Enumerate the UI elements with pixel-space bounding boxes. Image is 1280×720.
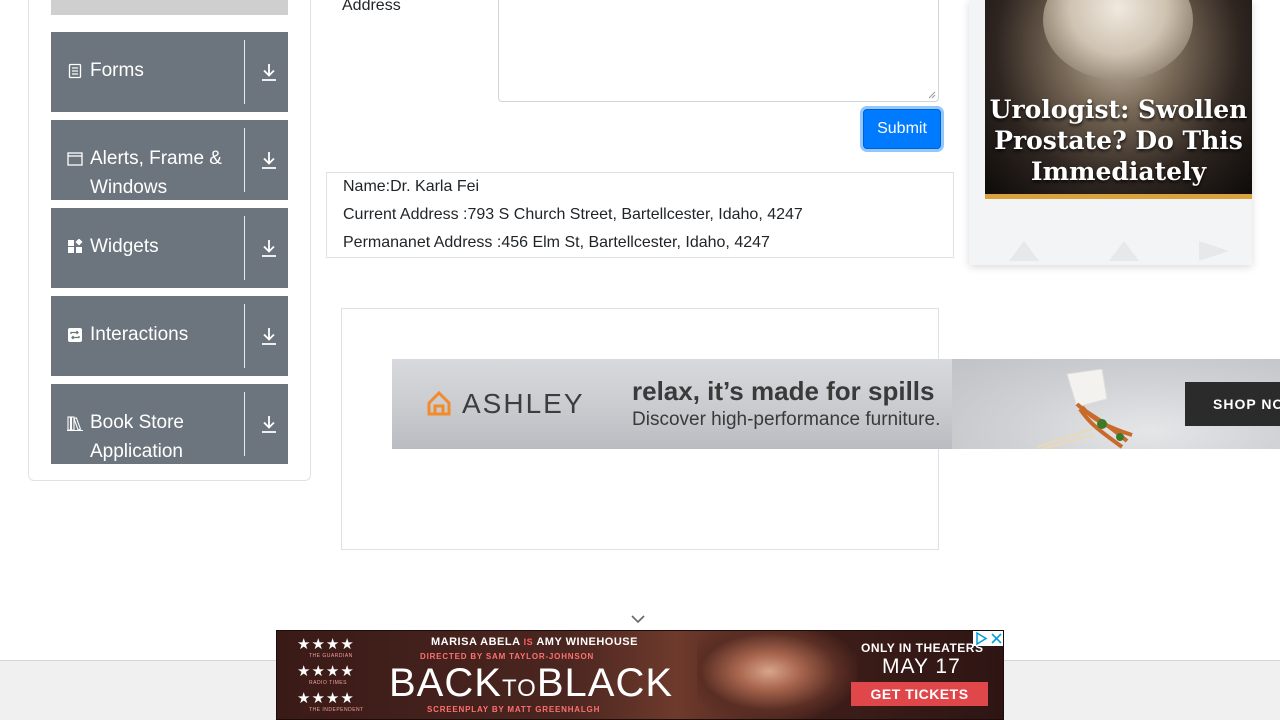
review-stars-row: ★★★★ bbox=[297, 663, 355, 680]
sidebar-group-forms[interactable]: Forms bbox=[51, 32, 288, 112]
pattern-triangle bbox=[1009, 241, 1039, 261]
cast-role: AMY WINEHOUSE bbox=[536, 636, 638, 648]
resize-grip-icon[interactable] bbox=[928, 91, 936, 99]
ad-headline: relax, it’s made for spills bbox=[632, 376, 935, 406]
page: Forms Alerts, Frame & Windows Widgets In… bbox=[0, 0, 1280, 720]
widgets-icon bbox=[68, 239, 83, 253]
download-icon[interactable] bbox=[260, 326, 278, 346]
adchoices-icon[interactable] bbox=[973, 631, 989, 646]
divider bbox=[244, 304, 245, 368]
pattern-triangle bbox=[1109, 241, 1139, 261]
ad-portrait-image bbox=[697, 631, 857, 719]
pattern-triangle bbox=[1199, 241, 1229, 261]
title-part: BACK bbox=[389, 661, 502, 705]
shop-now-button[interactable]: SHOP NO bbox=[1185, 382, 1280, 426]
review-source: THE INDEPENDENT bbox=[309, 707, 364, 713]
cast-is: IS bbox=[523, 637, 534, 647]
ad-theaters: ONLY IN THEATERS bbox=[861, 641, 984, 655]
interactions-icon bbox=[68, 328, 82, 342]
books-icon bbox=[67, 416, 83, 431]
window-icon bbox=[67, 152, 83, 166]
review-source: RADIO TIMES bbox=[309, 680, 347, 686]
title-part: TO bbox=[501, 675, 537, 702]
divider bbox=[244, 392, 245, 456]
sidebar-group-label: Alerts, Frame & Windows bbox=[90, 148, 222, 198]
sidebar-group-widgets[interactable]: Widgets bbox=[51, 208, 288, 288]
download-icon[interactable] bbox=[260, 238, 278, 258]
urologist-ad[interactable]: Urologist: Swollen Prostate? Do This Imm… bbox=[985, 0, 1252, 199]
get-tickets-button[interactable]: GET TICKETS bbox=[851, 682, 988, 706]
divider bbox=[244, 40, 245, 104]
output-name: Name:Dr. Karla Fei bbox=[343, 178, 480, 195]
chevron-down-icon[interactable] bbox=[630, 613, 646, 625]
ashley-house-icon bbox=[427, 390, 451, 416]
sidebar-group-interactions[interactable]: Interactions bbox=[51, 296, 288, 376]
sidebar-group-label: Interactions bbox=[90, 324, 189, 345]
submit-button[interactable]: Submit bbox=[863, 109, 941, 149]
ashley-logo: ASHLEY bbox=[462, 388, 585, 419]
document-icon bbox=[68, 63, 82, 79]
review-source: THE GUARDIAN bbox=[309, 653, 353, 659]
title-part: BLACK bbox=[536, 661, 674, 705]
ad-cast: MARISA ABELA IS AMY WINEHOUSE bbox=[431, 636, 638, 648]
output-box: Name:Dr. Karla Fei Current Address :793 … bbox=[326, 172, 954, 258]
ad-release-date: MAY 17 bbox=[882, 655, 961, 678]
cast-actor: MARISA ABELA bbox=[431, 636, 521, 648]
output-current-address: Current Address :793 S Church Street, Ba… bbox=[343, 206, 803, 223]
download-icon[interactable] bbox=[260, 150, 278, 170]
output-permanent-address: Permananet Address :456 Elm St, Bartellc… bbox=[343, 234, 770, 251]
sidebar-group-alerts[interactable]: Alerts, Frame & Windows bbox=[51, 120, 288, 200]
ad-director: DIRECTED BY SAM TAYLOR-JOHNSON bbox=[420, 652, 595, 661]
download-icon[interactable] bbox=[260, 62, 278, 82]
ashley-banner-ad[interactable]: ASHLEY relax, it’s made for spills Disco… bbox=[392, 359, 1280, 449]
sidebar-group-label: Forms bbox=[90, 60, 144, 81]
sidebar-scroll-remnant bbox=[51, 0, 288, 15]
permanent-address-textarea[interactable] bbox=[498, 0, 939, 102]
close-icon[interactable] bbox=[989, 631, 1004, 646]
divider bbox=[244, 128, 245, 192]
download-icon[interactable] bbox=[260, 414, 278, 434]
review-stars: ★★★★ THE GUARDIAN ★★★★ RADIO TIMES ★★★★ … bbox=[297, 637, 367, 718]
ad-screenplay: SCREENPLAY BY MATT GREENHALGH bbox=[427, 705, 601, 714]
review-stars-row: ★★★★ bbox=[297, 636, 355, 653]
ad-movie-title: BACKTOBLACK bbox=[389, 661, 673, 711]
review-stars-row: ★★★★ bbox=[297, 690, 355, 707]
ad-subline: Discover high-performance furniture. bbox=[632, 409, 941, 430]
permanent-address-label: Address bbox=[342, 0, 401, 14]
sidebar-group-label: Widgets bbox=[90, 236, 159, 257]
back-to-black-ad[interactable]: ★★★★ THE GUARDIAN ★★★★ RADIO TIMES ★★★★ … bbox=[276, 630, 1004, 720]
ad-stone-image bbox=[1043, 0, 1193, 80]
noodle-box-image bbox=[1036, 369, 1133, 449]
sidebar-group-label: Book Store Application bbox=[90, 412, 184, 462]
sidebar-group-book-store[interactable]: Book Store Application bbox=[51, 384, 288, 464]
sidebar: Forms Alerts, Frame & Windows Widgets In… bbox=[28, 0, 311, 481]
ad-headline: Urologist: Swollen Prostate? Do This Imm… bbox=[989, 95, 1248, 186]
divider bbox=[244, 216, 245, 280]
